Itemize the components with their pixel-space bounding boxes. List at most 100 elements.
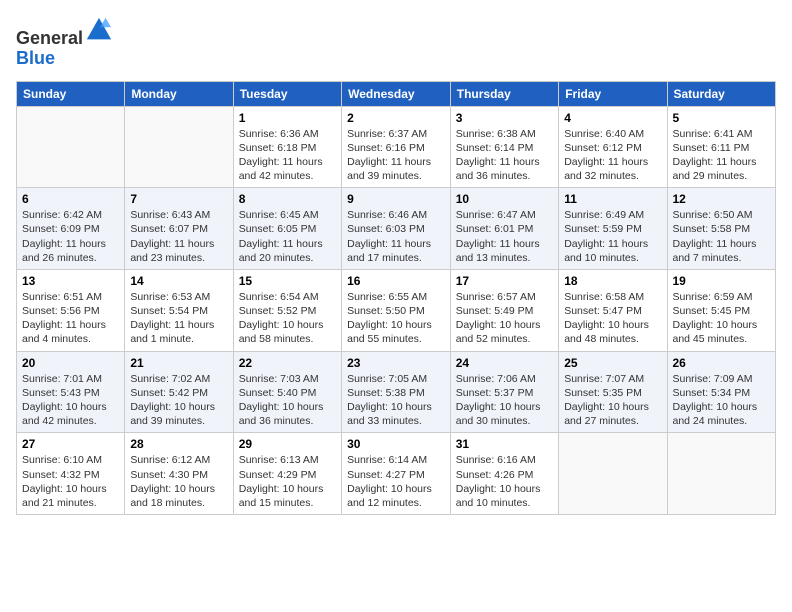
day-number: 23 xyxy=(347,356,445,370)
calendar-cell: 27Sunrise: 6:10 AM Sunset: 4:32 PM Dayli… xyxy=(17,433,125,515)
day-info: Sunrise: 6:53 AM Sunset: 5:54 PM Dayligh… xyxy=(130,290,227,347)
calendar-cell xyxy=(125,106,233,188)
calendar-cell: 13Sunrise: 6:51 AM Sunset: 5:56 PM Dayli… xyxy=(17,269,125,351)
calendar-cell: 29Sunrise: 6:13 AM Sunset: 4:29 PM Dayli… xyxy=(233,433,341,515)
day-info: Sunrise: 6:54 AM Sunset: 5:52 PM Dayligh… xyxy=(239,290,336,347)
calendar-cell: 24 Sunrise: 7:06 AM Sunset: 5:37 PM Dayli… xyxy=(450,351,558,433)
day-info: Sunrise: 6:36 AM Sunset: 6:18 PM Dayligh… xyxy=(239,127,336,184)
day-info: Sunrise: 7:05 AM Sunset: 5:38 PM Dayligh… xyxy=(347,372,445,429)
day-number: 19 xyxy=(673,274,771,288)
calendar-cell: 9 Sunrise: 6:46 AM Sunset: 6:03 PM Daylig… xyxy=(342,188,451,270)
day-number: 9 xyxy=(347,192,445,206)
logo-general-text: General xyxy=(16,28,83,48)
day-number: 2 xyxy=(347,111,445,125)
day-info: Sunrise: 6:14 AM Sunset: 4:27 PM Dayligh… xyxy=(347,453,445,510)
calendar-cell: 21 Sunrise: 7:02 AM Sunset: 5:42 PM Dayli… xyxy=(125,351,233,433)
calendar-cell: 15 Sunrise: 6:54 AM Sunset: 5:52 PM Dayli… xyxy=(233,269,341,351)
day-info: Sunrise: 6:42 AM Sunset: 6:09 PM Dayligh… xyxy=(22,208,119,265)
day-info: Sunrise: 6:49 AM Sunset: 5:59 PM Dayligh… xyxy=(564,208,661,265)
day-info: Sunrise: 6:59 AM Sunset: 5:45 PM Dayligh… xyxy=(673,290,771,347)
day-number: 1 xyxy=(239,111,336,125)
day-info: Sunrise: 6:38 AM Sunset: 6:14 PM Dayligh… xyxy=(456,127,553,184)
day-number: 25 xyxy=(564,356,661,370)
day-number: 24 xyxy=(456,356,553,370)
calendar-cell: 11Sunrise: 6:49 AM Sunset: 5:59 PM Dayli… xyxy=(559,188,667,270)
day-info: Sunrise: 6:47 AM Sunset: 6:01 PM Dayligh… xyxy=(456,208,553,265)
day-number: 28 xyxy=(130,437,227,451)
day-info: Sunrise: 6:37 AM Sunset: 6:16 PM Dayligh… xyxy=(347,127,445,184)
day-info: Sunrise: 6:58 AM Sunset: 5:47 PM Dayligh… xyxy=(564,290,661,347)
calendar-cell: 31Sunrise: 6:16 AM Sunset: 4:26 PM Dayli… xyxy=(450,433,558,515)
day-info: Sunrise: 7:01 AM Sunset: 5:43 PM Dayligh… xyxy=(22,372,119,429)
calendar-cell: 18 Sunrise: 6:58 AM Sunset: 5:47 PM Dayli… xyxy=(559,269,667,351)
calendar-cell: 28 Sunrise: 6:12 AM Sunset: 4:30 PM Dayli… xyxy=(125,433,233,515)
day-info: Sunrise: 6:45 AM Sunset: 6:05 PM Dayligh… xyxy=(239,208,336,265)
day-info: Sunrise: 6:41 AM Sunset: 6:11 PM Dayligh… xyxy=(673,127,771,184)
calendar-cell: 20 Sunrise: 7:01 AM Sunset: 5:43 PM Dayli… xyxy=(17,351,125,433)
calendar-cell: 12 Sunrise: 6:50 AM Sunset: 5:58 PM Dayli… xyxy=(667,188,776,270)
calendar-cell: 10 Sunrise: 6:47 AM Sunset: 6:01 PM Dayli… xyxy=(450,188,558,270)
day-info: Sunrise: 6:12 AM Sunset: 4:30 PM Dayligh… xyxy=(130,453,227,510)
weekday-header-monday: Monday xyxy=(125,81,233,106)
calendar-cell xyxy=(559,433,667,515)
logo-icon xyxy=(85,16,113,44)
calendar-week-5: 27Sunrise: 6:10 AM Sunset: 4:32 PM Dayli… xyxy=(17,433,776,515)
day-number: 26 xyxy=(673,356,771,370)
calendar-cell: 25 Sunrise: 7:07 AM Sunset: 5:35 PM Dayli… xyxy=(559,351,667,433)
weekday-header-tuesday: Tuesday xyxy=(233,81,341,106)
day-number: 6 xyxy=(22,192,119,206)
day-number: 21 xyxy=(130,356,227,370)
day-info: Sunrise: 7:06 AM Sunset: 5:37 PM Dayligh… xyxy=(456,372,553,429)
calendar-cell: 14 Sunrise: 6:53 AM Sunset: 5:54 PM Dayli… xyxy=(125,269,233,351)
weekday-header-thursday: Thursday xyxy=(450,81,558,106)
day-info: Sunrise: 7:07 AM Sunset: 5:35 PM Dayligh… xyxy=(564,372,661,429)
day-number: 12 xyxy=(673,192,771,206)
calendar-cell: 1 Sunrise: 6:36 AM Sunset: 6:18 PM Daylig… xyxy=(233,106,341,188)
calendar-cell: 22 Sunrise: 7:03 AM Sunset: 5:40 PM Dayli… xyxy=(233,351,341,433)
weekday-header-friday: Friday xyxy=(559,81,667,106)
day-number: 30 xyxy=(347,437,445,451)
weekday-header-sunday: Sunday xyxy=(17,81,125,106)
calendar-week-2: 6 Sunrise: 6:42 AM Sunset: 6:09 PM Daylig… xyxy=(17,188,776,270)
calendar-cell xyxy=(17,106,125,188)
calendar-cell: 19 Sunrise: 6:59 AM Sunset: 5:45 PM Dayli… xyxy=(667,269,776,351)
day-info: Sunrise: 6:43 AM Sunset: 6:07 PM Dayligh… xyxy=(130,208,227,265)
day-info: Sunrise: 6:57 AM Sunset: 5:49 PM Dayligh… xyxy=(456,290,553,347)
day-info: Sunrise: 6:51 AM Sunset: 5:56 PM Dayligh… xyxy=(22,290,119,347)
day-number: 22 xyxy=(239,356,336,370)
day-number: 15 xyxy=(239,274,336,288)
day-number: 14 xyxy=(130,274,227,288)
calendar-table: SundayMondayTuesdayWednesdayThursdayFrid… xyxy=(16,81,776,515)
weekday-header-wednesday: Wednesday xyxy=(342,81,451,106)
day-number: 3 xyxy=(456,111,553,125)
calendar-cell: 4Sunrise: 6:40 AM Sunset: 6:12 PM Daylig… xyxy=(559,106,667,188)
day-number: 7 xyxy=(130,192,227,206)
day-number: 17 xyxy=(456,274,553,288)
day-info: Sunrise: 6:50 AM Sunset: 5:58 PM Dayligh… xyxy=(673,208,771,265)
day-info: Sunrise: 7:03 AM Sunset: 5:40 PM Dayligh… xyxy=(239,372,336,429)
calendar-cell: 6 Sunrise: 6:42 AM Sunset: 6:09 PM Daylig… xyxy=(17,188,125,270)
calendar-cell: 8Sunrise: 6:45 AM Sunset: 6:05 PM Daylig… xyxy=(233,188,341,270)
calendar-cell: 2 Sunrise: 6:37 AM Sunset: 6:16 PM Daylig… xyxy=(342,106,451,188)
calendar-cell: 3 Sunrise: 6:38 AM Sunset: 6:14 PM Daylig… xyxy=(450,106,558,188)
logo-blue-text: Blue xyxy=(16,48,55,68)
weekday-header-saturday: Saturday xyxy=(667,81,776,106)
calendar-week-3: 13Sunrise: 6:51 AM Sunset: 5:56 PM Dayli… xyxy=(17,269,776,351)
calendar-week-1: 1 Sunrise: 6:36 AM Sunset: 6:18 PM Daylig… xyxy=(17,106,776,188)
day-number: 10 xyxy=(456,192,553,206)
calendar-cell: 17 Sunrise: 6:57 AM Sunset: 5:49 PM Dayli… xyxy=(450,269,558,351)
calendar-week-4: 20 Sunrise: 7:01 AM Sunset: 5:43 PM Dayli… xyxy=(17,351,776,433)
day-number: 29 xyxy=(239,437,336,451)
calendar-cell: 5Sunrise: 6:41 AM Sunset: 6:11 PM Daylig… xyxy=(667,106,776,188)
calendar-cell: 7 Sunrise: 6:43 AM Sunset: 6:07 PM Daylig… xyxy=(125,188,233,270)
day-number: 18 xyxy=(564,274,661,288)
day-number: 20 xyxy=(22,356,119,370)
calendar-cell: 16Sunrise: 6:55 AM Sunset: 5:50 PM Dayli… xyxy=(342,269,451,351)
calendar-cell xyxy=(667,433,776,515)
page-header: General Blue xyxy=(16,16,776,69)
day-number: 31 xyxy=(456,437,553,451)
day-info: Sunrise: 7:09 AM Sunset: 5:34 PM Dayligh… xyxy=(673,372,771,429)
day-info: Sunrise: 6:46 AM Sunset: 6:03 PM Dayligh… xyxy=(347,208,445,265)
day-info: Sunrise: 7:02 AM Sunset: 5:42 PM Dayligh… xyxy=(130,372,227,429)
logo: General Blue xyxy=(16,16,113,69)
